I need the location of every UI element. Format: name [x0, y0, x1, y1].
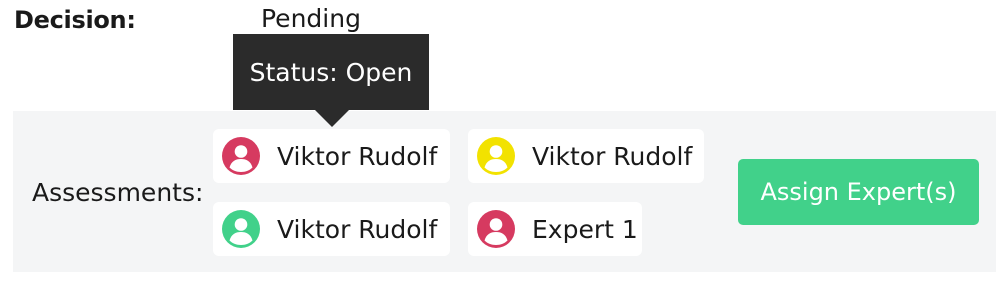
user-avatar-icon: [222, 137, 260, 175]
decision-value: Pending: [261, 4, 361, 33]
expert-name: Expert 1: [532, 214, 638, 244]
expert-name: Viktor Rudolf: [532, 141, 693, 171]
expert-chip[interactable]: Viktor Rudolf: [213, 202, 450, 256]
decision-label: Decision:: [14, 6, 136, 34]
tooltip-arrow: [315, 110, 349, 127]
assessments-label: Assessments:: [32, 178, 204, 207]
expert-chip[interactable]: Viktor Rudolf: [468, 129, 704, 183]
assign-expert-button[interactable]: Assign Expert(s): [738, 159, 979, 225]
user-avatar-icon: [477, 137, 515, 175]
expert-chip[interactable]: Expert 1: [468, 202, 642, 256]
user-avatar-icon: [222, 210, 260, 248]
status-tooltip: Status: Open: [233, 34, 429, 110]
user-avatar-icon: [477, 210, 515, 248]
assessment-panel-root: Decision: Pending Assessments: Viktor Ru…: [0, 0, 1004, 292]
expert-name: Viktor Rudolf: [277, 214, 438, 244]
expert-chip[interactable]: Viktor Rudolf: [213, 129, 450, 183]
expert-name: Viktor Rudolf: [277, 141, 438, 171]
